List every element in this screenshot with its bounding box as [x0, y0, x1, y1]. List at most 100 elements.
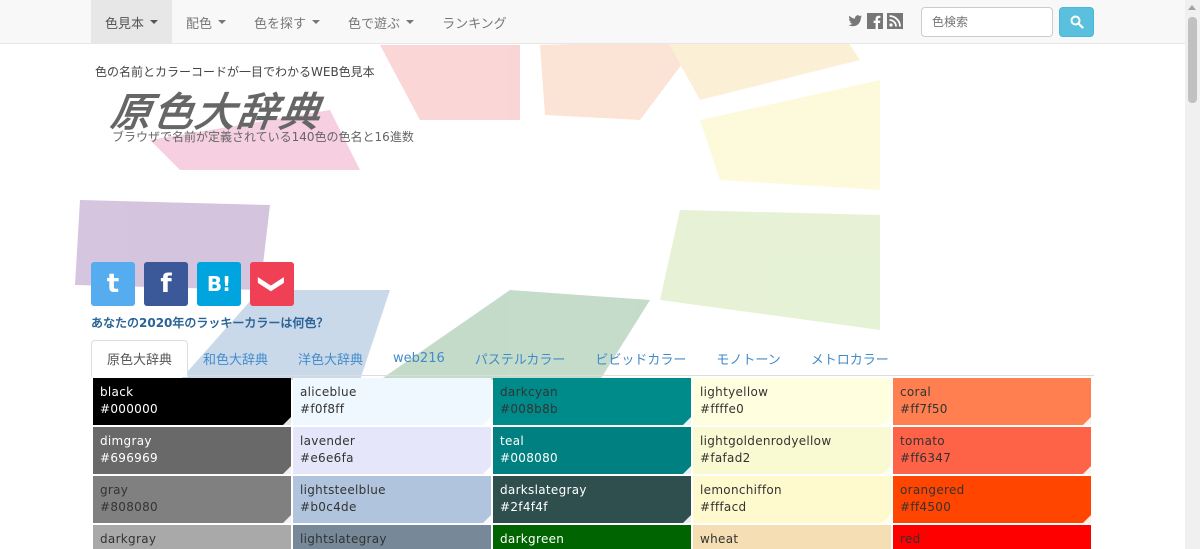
color-hex: #696969 — [100, 451, 158, 465]
share-buttons: t f B! ❯ — [91, 262, 294, 306]
nav-item[interactable]: 色見本 — [91, 0, 173, 44]
color-hex: #ff4500 — [900, 500, 952, 514]
color-name: black — [100, 385, 134, 399]
color-search-input[interactable] — [921, 7, 1053, 37]
color-swatch[interactable]: lightyellow #ffffe0 — [693, 378, 891, 425]
color-name: aliceblue — [300, 385, 357, 399]
color-name: coral — [900, 385, 932, 399]
nav-item[interactable]: 色を探す — [240, 0, 334, 44]
scroll-thumb[interactable] — [1188, 17, 1197, 103]
color-swatch[interactable]: lightsteelblue #b0c4de — [293, 476, 491, 523]
color-hex: #f0f8ff — [300, 402, 345, 416]
nav-item-label: 色で遊ぶ — [348, 16, 401, 32]
color-name: darkgreen — [500, 532, 565, 546]
color-name: orangered — [900, 483, 965, 497]
nav-item[interactable]: ランキング — [428, 0, 521, 44]
rss-icon[interactable] — [887, 13, 903, 29]
color-hex: #ff7f50 — [900, 402, 948, 416]
color-name: darkgray — [100, 532, 157, 546]
tab-7[interactable]: メトロカラー — [796, 340, 904, 376]
color-name: lavender — [300, 434, 356, 448]
nav-item-label: ランキング — [442, 16, 507, 32]
color-hex: #008b8b — [500, 402, 558, 416]
search-button[interactable] — [1059, 7, 1094, 37]
color-swatch[interactable]: darkgray#a9a9a9 — [93, 525, 291, 549]
color-swatch[interactable]: teal #008080 — [493, 427, 691, 474]
tab-5[interactable]: ビビッドカラー — [580, 340, 701, 376]
color-swatch[interactable]: lightslategray#778899 — [293, 525, 491, 549]
tab-6[interactable]: モノトーン — [701, 340, 795, 376]
lucky-color-link[interactable]: あなたの2020年のラッキーカラーは何色？ — [91, 314, 328, 331]
color-hex: #e6e6fa — [300, 451, 354, 465]
top-navbar: 色見本 配色 色を探す 色で遊ぶ ランキング — [0, 0, 1185, 44]
tab-4[interactable]: パステルカラー — [460, 340, 581, 376]
color-name: wheat — [700, 532, 739, 546]
color-name: dimgray — [100, 434, 152, 448]
color-name: lightyellow — [700, 385, 769, 399]
color-hex: #fffacd — [700, 500, 747, 514]
facebook-icon[interactable] — [867, 13, 883, 29]
tab-1[interactable]: 和色大辞典 — [188, 340, 283, 376]
pocket-share-button[interactable]: ❯ — [250, 262, 294, 306]
color-swatch[interactable]: aliceblue #f0f8ff — [293, 378, 491, 425]
color-swatch[interactable]: lightgoldenrodyellow #fafad2 — [693, 427, 891, 474]
color-dictionary-tabs: 原色大辞典 和色大辞典 洋色大辞典 web216 パステルカラー ビビッドカラー モノトーン… — [91, 340, 1094, 377]
caret-down-icon — [218, 20, 227, 24]
color-swatch[interactable]: darkslategray #2f4f4f — [493, 476, 691, 523]
wheel-segment — [700, 80, 880, 190]
color-name: tomato — [900, 434, 945, 448]
facebook-share-button[interactable]: f — [144, 262, 188, 306]
hatena-bookmark-icon: B! — [206, 272, 232, 296]
color-swatch[interactable]: gray #808080 — [93, 476, 291, 523]
color-hex: #ffffe0 — [700, 402, 745, 416]
color-hex: #808080 — [100, 500, 158, 514]
color-hex: #000000 — [100, 402, 158, 416]
color-name: lemonchiffon — [700, 483, 782, 497]
color-swatch[interactable]: red#ff0000 — [893, 525, 1091, 549]
tab-0[interactable]: 原色大辞典 — [91, 340, 189, 377]
color-name: darkcyan — [500, 385, 558, 399]
scroll-up-arrow[interactable] — [1188, 5, 1196, 10]
hatena-bookmark-share-button[interactable]: B! — [197, 262, 241, 306]
color-name: lightsteelblue — [300, 483, 386, 497]
color-name: lightgoldenrodyellow — [700, 434, 832, 448]
color-swatch[interactable]: darkcyan #008b8b — [493, 378, 691, 425]
color-swatch[interactable]: orangered #ff4500 — [893, 476, 1091, 523]
site-subtitle: ブラウザで名前が定義されている140色の色名と16進数 — [112, 130, 414, 144]
wheel-segment — [660, 210, 880, 330]
color-swatch[interactable]: tomato #ff6347 — [893, 427, 1091, 474]
nav-item[interactable]: 色で遊ぶ — [334, 0, 428, 44]
twitter-share-button[interactable]: t — [91, 262, 135, 306]
social-links — [847, 13, 903, 29]
nav-item-label: 配色 — [186, 16, 213, 32]
color-name: gray — [100, 483, 129, 497]
nav-menu: 色見本 配色 色を探す 色で遊ぶ ランキング — [91, 0, 521, 44]
twitter-icon[interactable] — [847, 13, 863, 29]
color-name: teal — [500, 434, 524, 448]
scrollbar[interactable] — [1185, 0, 1200, 549]
nav-item-label: 色見本 — [105, 16, 145, 32]
facebook-icon: f — [160, 269, 172, 299]
color-swatch[interactable]: black #000000 — [93, 378, 291, 425]
color-swatch[interactable]: lavender #e6e6fa — [293, 427, 491, 474]
color-hex: #b0c4de — [300, 500, 357, 514]
caret-down-icon — [406, 20, 415, 24]
color-name: red — [900, 532, 921, 546]
color-swatch[interactable]: dimgray #696969 — [93, 427, 291, 474]
tab-3[interactable]: web216 — [378, 340, 460, 376]
color-name: lightslategray — [300, 532, 387, 546]
color-hex: #2f4f4f — [500, 500, 548, 514]
twitter-icon: t — [106, 269, 120, 299]
color-name: darkslategray — [500, 483, 587, 497]
color-swatch[interactable]: darkgreen#006400 — [493, 525, 691, 549]
color-swatch[interactable]: lemonchiffon #fffacd — [693, 476, 891, 523]
search-icon — [1070, 15, 1084, 29]
nav-item[interactable]: 配色 — [172, 0, 240, 44]
color-hex: #fafad2 — [700, 451, 751, 465]
color-swatch[interactable]: coral #ff7f50 — [893, 378, 1091, 425]
color-hex: #ff6347 — [900, 451, 952, 465]
color-hex: #008080 — [500, 451, 558, 465]
tab-2[interactable]: 洋色大辞典 — [283, 340, 378, 376]
nav-item-label: 色を探す — [254, 16, 307, 32]
color-swatch[interactable]: wheat#f5deb3 — [693, 525, 891, 549]
